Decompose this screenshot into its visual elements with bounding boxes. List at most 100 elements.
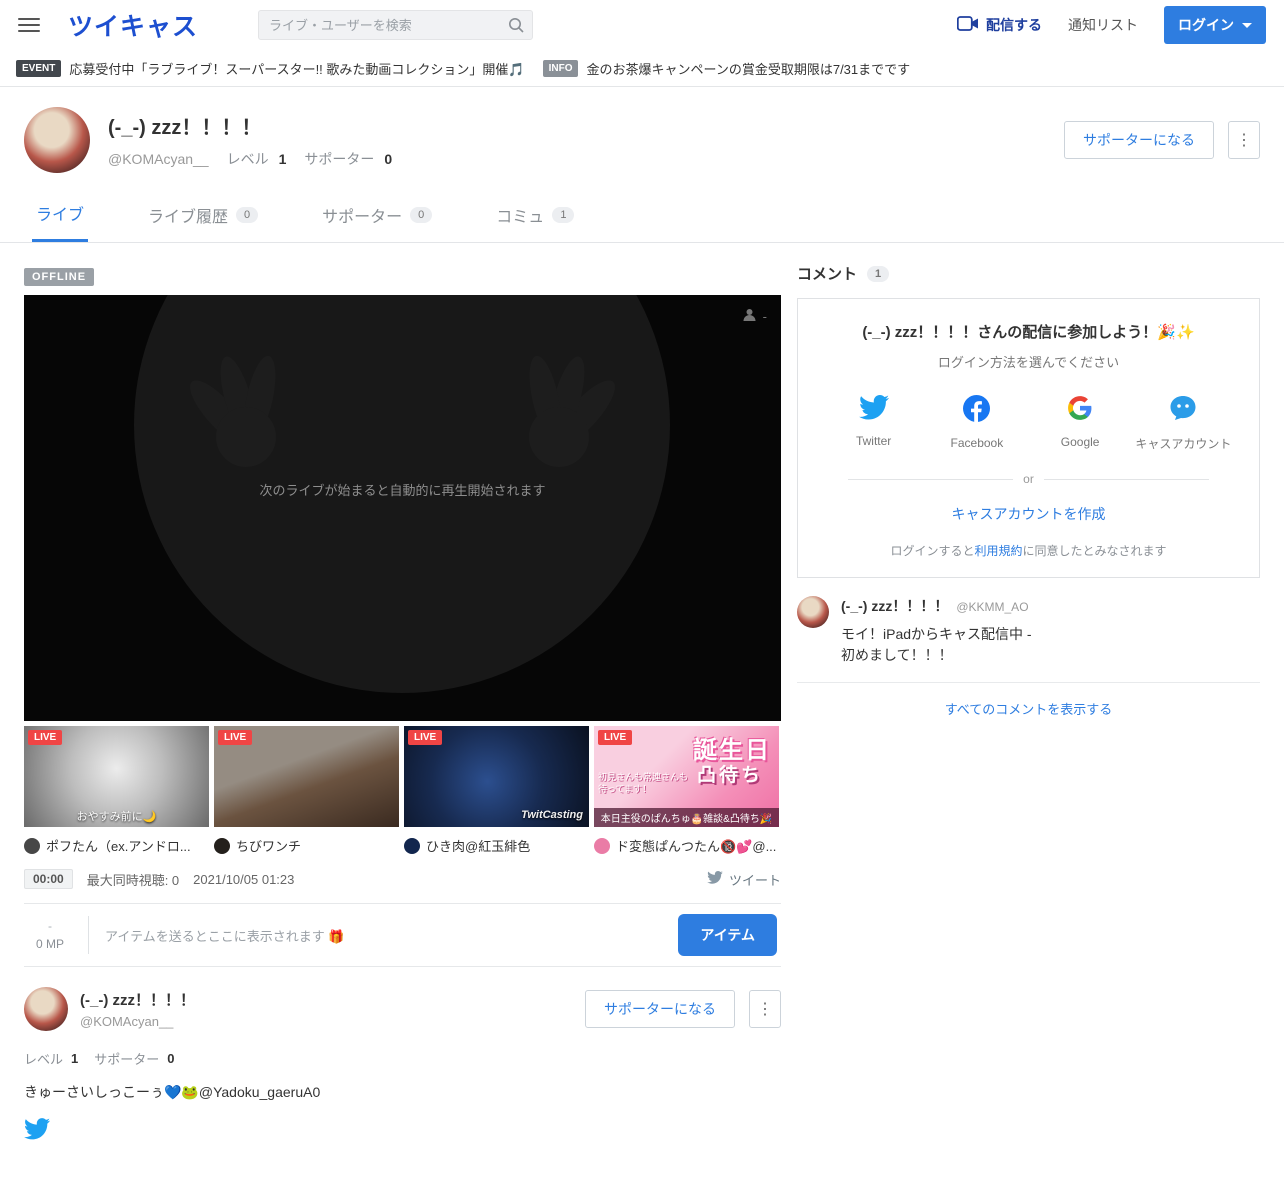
streamer-username: @KOMAcyan__ xyxy=(80,1014,174,1029)
show-all-comments-link[interactable]: すべてのコメントを表示する xyxy=(945,702,1113,717)
supporter-label[interactable]: サポーター xyxy=(94,1049,159,1068)
viewer-icon xyxy=(742,307,757,325)
comments-heading: コメント xyxy=(797,266,858,283)
stream-date: 2021/10/05 01:23 xyxy=(193,871,295,887)
twitter-icon xyxy=(707,871,723,887)
login-google-button[interactable]: Google xyxy=(1032,395,1128,452)
camera-icon xyxy=(956,16,979,34)
streamer-avatar xyxy=(404,837,420,854)
offline-badge: OFFLINE xyxy=(24,268,95,286)
level-label: レベル xyxy=(226,151,269,167)
google-icon xyxy=(1067,395,1093,426)
twitter-icon xyxy=(858,395,889,425)
live-thumbnail[interactable]: LIVE おやすみ前に🌙 xyxy=(24,726,209,827)
streamer-link[interactable]: ひき肉@紅玉緋色 xyxy=(404,836,589,855)
twitcasting-watermark: TwitCasting xyxy=(521,809,583,821)
live-badge: LIVE xyxy=(218,730,253,745)
tab-count-badge: 0 xyxy=(410,206,433,223)
streamer-link[interactable]: ポフたん（ex.アンドロ... xyxy=(24,836,209,855)
more-menu-button[interactable]: ⋮ xyxy=(749,990,781,1028)
thumbnail-title: 凸待ち xyxy=(696,765,763,786)
thumbnail-caption: おやすみ前に🌙 xyxy=(76,811,157,823)
login-box-subtitle: ログイン方法を選んでください xyxy=(937,355,1120,370)
divider xyxy=(88,916,89,954)
info-badge: INFO xyxy=(542,59,579,77)
notification-list-button[interactable]: 通知リスト xyxy=(1068,15,1138,35)
thumbnail-caption: 本日主役のぱんちゅ🎂雑談&凸待ち🎉 xyxy=(594,808,779,827)
tab-live[interactable]: ライブ xyxy=(32,201,89,242)
tab-community[interactable]: コミュ 1 xyxy=(492,201,578,242)
login-button[interactable]: ログイン xyxy=(1164,6,1266,44)
page-title: (-_-) zzz！！！！ xyxy=(108,117,262,139)
search-icon[interactable] xyxy=(507,16,525,39)
twitcasting-account-icon xyxy=(1169,395,1197,426)
facebook-icon xyxy=(963,395,991,427)
or-divider: or xyxy=(816,472,1241,486)
level-value: 1 xyxy=(71,1051,79,1066)
supporter-value[interactable]: 0 xyxy=(167,1051,174,1066)
terms-note: ログインすると利用規約に同意したとみなされます xyxy=(890,544,1167,558)
login-facebook-button[interactable]: Facebook xyxy=(929,395,1025,452)
search-input[interactable] xyxy=(258,10,534,40)
notice-bar: EVENT 応募受付中「ラブライブ！スーパースター!! 歌みた動画コレクション」… xyxy=(0,50,1284,87)
commenter-name: (-_-) zzz！！！！ xyxy=(841,598,949,614)
streamer-avatar xyxy=(24,837,40,854)
profile-bio: きゅーさいしっこーぅ💙🐸@Yadoku_gaeruA0 xyxy=(24,1084,321,1100)
streamer-name: (-_-) zzz！！！！ xyxy=(80,992,195,1009)
video-player: - 次のライブが始まると自動的に再生開始されます xyxy=(24,295,781,721)
recommended-lives: LIVE おやすみ前に🌙 ポフたん（ex.アンドロ... LIVE ちびワンチ xyxy=(24,726,781,855)
mascot-silhouette xyxy=(134,295,670,693)
comment-item: (-_-) zzz！！！！ @KKMM_AO モイ！iPadからキャス配信中 -… xyxy=(797,596,1260,683)
event-badge: EVENT xyxy=(16,59,62,77)
player-offline-message: 次のライブが始まると自動的に再生開始されます xyxy=(259,483,546,498)
thumbnail-subtitle: 待ってます！ xyxy=(598,784,652,794)
streamer-avatar xyxy=(214,837,230,854)
tab-count-badge: 0 xyxy=(236,206,259,223)
item-bar: - 0 MP アイテムを送るとここに表示されます 🎁 アイテム xyxy=(24,903,781,967)
send-item-button[interactable]: アイテム xyxy=(678,914,777,956)
live-badge: LIVE xyxy=(598,730,633,745)
streamer-avatar xyxy=(594,837,610,854)
menu-icon[interactable] xyxy=(18,18,40,32)
tweet-button[interactable]: ツイート xyxy=(707,870,781,889)
login-twitter-button[interactable]: Twitter xyxy=(826,395,922,452)
viewer-count: - xyxy=(762,308,767,324)
commenter-avatar[interactable] xyxy=(797,596,829,628)
live-thumbnail[interactable]: LIVE xyxy=(214,726,399,827)
supporter-label[interactable]: サポーター xyxy=(304,149,374,169)
tab-supporters[interactable]: サポーター 0 xyxy=(318,201,436,242)
chevron-down-icon xyxy=(1242,22,1252,28)
create-account-link[interactable]: キャスアカウントを作成 xyxy=(816,504,1241,524)
top-header: ツイキャス 配信する 通知リスト ログイン xyxy=(0,0,1284,50)
supporter-value[interactable]: 0 xyxy=(384,151,392,167)
live-badge: LIVE xyxy=(408,730,443,745)
live-thumbnail[interactable]: LIVE 誕生日 凸待ち 初見さんも常連さんも 待ってます！ 本日主役のぱんちゅ… xyxy=(594,726,779,827)
commenter-username: @KKMM_AO xyxy=(956,600,1029,614)
login-twitcasting-button[interactable]: キャスアカウント xyxy=(1135,395,1231,452)
login-box-title: (-_-) zzz！！！！さんの配信に参加しよう！🎉✨ xyxy=(862,324,1195,341)
login-prompt-box: (-_-) zzz！！！！さんの配信に参加しよう！🎉✨ ログイン方法を選んでくだ… xyxy=(797,298,1260,578)
terms-link[interactable]: 利用規約 xyxy=(974,544,1022,558)
avatar[interactable] xyxy=(24,107,90,173)
streamer-link[interactable]: ちびワンチ xyxy=(214,836,399,855)
become-supporter-button[interactable]: サポーターになる xyxy=(585,990,735,1028)
twitcasting-logo[interactable]: ツイキャス xyxy=(68,7,198,43)
become-supporter-button[interactable]: サポーターになる xyxy=(1064,121,1214,159)
duration-badge: 00:00 xyxy=(24,869,73,889)
level-label: レベル xyxy=(24,1052,64,1067)
twitter-profile-icon[interactable] xyxy=(24,1118,50,1145)
event-link[interactable]: 応募受付中「ラブライブ！スーパースター!! 歌みた動画コレクション」開催🎵 xyxy=(69,59,524,78)
more-menu-button[interactable]: ⋮ xyxy=(1228,121,1260,159)
live-badge: LIVE xyxy=(28,730,63,745)
level-value: 1 xyxy=(278,151,287,167)
profile-tabs: ライブ ライブ履歴 0 サポーター 0 コミュ 1 xyxy=(0,183,1284,243)
profile-card: (-_-) zzz！！！！ @KOMAcyan__ サポーターになる ⋮ レベル… xyxy=(24,987,781,1145)
info-link[interactable]: 金のお茶爆キャンペーンの賞金受取期限は7/31までです xyxy=(586,59,910,78)
broadcast-button[interactable]: 配信する xyxy=(956,15,1042,35)
streamer-link[interactable]: ド変態ぱんつたん🔞💕@... xyxy=(594,836,779,855)
username: @KOMAcyan__ xyxy=(108,151,209,167)
tab-live-history[interactable]: ライブ履歴 0 xyxy=(144,201,262,242)
live-thumbnail[interactable]: LIVE TwitCasting xyxy=(404,726,589,827)
avatar[interactable] xyxy=(24,987,68,1031)
comment-text: モイ！iPadからキャス配信中 - 初めまして！！！ xyxy=(841,626,1032,663)
